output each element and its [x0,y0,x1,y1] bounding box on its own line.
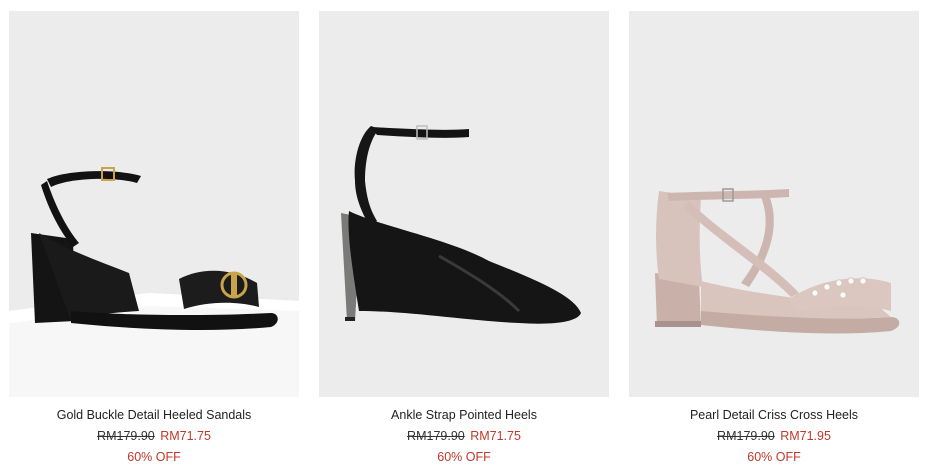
nude-pearl-sandal-image [629,11,919,397]
discount-label: 60% OFF [437,450,491,464]
product-image[interactable] [629,11,919,397]
discount-label: 60% OFF [127,450,181,464]
price-row: RM179.90 RM71.75 [319,428,609,444]
product-card[interactable]: Ankle Strap Pointed Heels RM179.90 RM71.… [319,11,609,465]
black-pointed-heel-image [319,11,609,397]
product-name[interactable]: Gold Buckle Detail Heeled Sandals [9,407,299,423]
product-name[interactable]: Pearl Detail Criss Cross Heels [629,407,919,423]
product-image[interactable] [319,11,609,397]
product-card[interactable]: Pearl Detail Criss Cross Heels RM179.90 … [629,11,919,465]
product-card[interactable]: Gold Buckle Detail Heeled Sandals RM179.… [9,11,299,465]
sale-price: RM71.95 [780,429,831,443]
sale-price: RM71.75 [470,429,521,443]
price-row: RM179.90 RM71.95 [629,428,919,444]
original-price: RM179.90 [407,429,465,443]
product-image[interactable] [9,11,299,397]
black-buckle-sandal-image [9,11,299,397]
product-grid: Gold Buckle Detail Heeled Sandals RM179.… [0,0,928,475]
original-price: RM179.90 [97,429,155,443]
original-price: RM179.90 [717,429,775,443]
product-name[interactable]: Ankle Strap Pointed Heels [319,407,609,423]
discount-label: 60% OFF [747,450,801,464]
sale-price: RM71.75 [160,429,211,443]
price-row: RM179.90 RM71.75 [9,428,299,444]
